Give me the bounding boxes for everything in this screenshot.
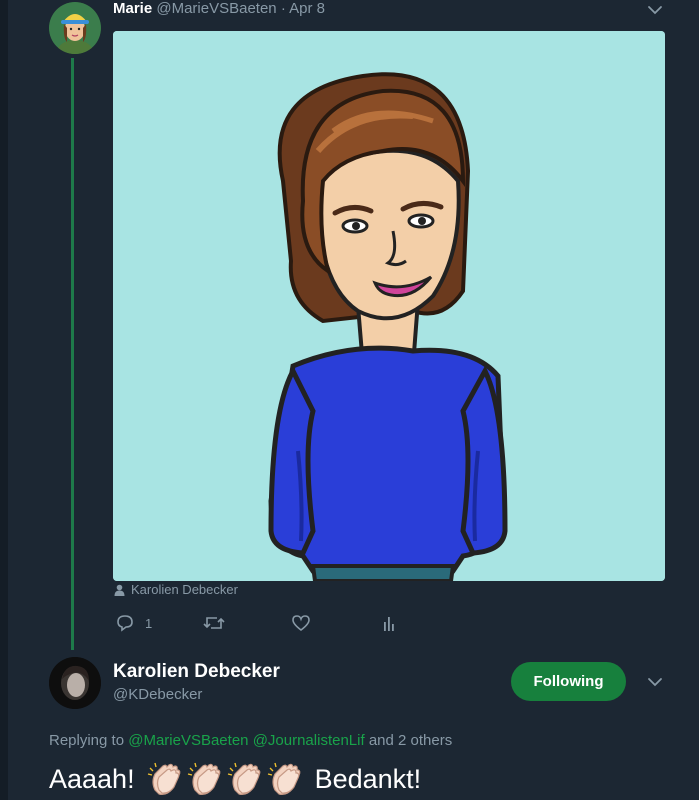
reply-action[interactable]: 1 (115, 613, 203, 633)
reply-tweet-text: Aaaah! Bedankt! (49, 760, 421, 798)
like-action[interactable] (291, 613, 379, 633)
author-name[interactable]: Marie (113, 0, 152, 17)
thread-connector-line (71, 58, 74, 650)
clapping-hands-icon (147, 760, 185, 798)
tweet-text-start: Aaaah! (49, 763, 135, 794)
clapping-hands-icon (227, 760, 265, 798)
reply-author-handle[interactable]: @KDebecker (113, 686, 202, 703)
tagged-users[interactable]: Karolien Debecker (114, 582, 238, 597)
analytics-action[interactable] (379, 613, 399, 633)
author-avatar[interactable] (49, 2, 101, 54)
clapping-hands-emoji-group (147, 760, 307, 798)
replying-to-line: Replying to @MarieVSBaeten @Journalisten… (49, 732, 452, 749)
following-button[interactable]: Following (511, 662, 626, 701)
cartoon-portrait-illustration (113, 31, 665, 581)
reply-count: 1 (145, 615, 153, 631)
tweet-date[interactable]: Apr 8 (289, 0, 325, 17)
mention-link[interactable]: @MarieVSBaeten (128, 732, 248, 749)
reply-author-avatar[interactable] (49, 657, 101, 709)
tagged-user-name: Karolien Debecker (131, 582, 238, 597)
window-edge (0, 0, 8, 800)
author-handle[interactable]: @MarieVSBaeten (156, 0, 276, 17)
mention-link[interactable]: @JournalistenLif (253, 732, 365, 749)
chevron-down-icon[interactable] (645, 672, 665, 692)
person-icon (114, 584, 125, 596)
chevron-down-icon[interactable] (645, 0, 665, 20)
tweet-text-end: Bedankt! (314, 763, 422, 794)
clapping-hands-icon (187, 760, 225, 798)
tweet-actions: 1 (115, 613, 399, 633)
replying-others[interactable]: and 2 others (369, 732, 452, 749)
analytics-icon (384, 617, 394, 631)
retweet-icon (203, 617, 225, 629)
clapping-hands-icon (267, 760, 305, 798)
reply-author-name[interactable]: Karolien Debecker (113, 661, 280, 683)
retweet-action[interactable] (203, 613, 291, 633)
heart-icon (292, 615, 310, 632)
reply-icon (117, 615, 133, 632)
date-separator: · (276, 0, 290, 17)
tweet-media-image[interactable] (113, 31, 665, 581)
tweet-header: Marie @MarieVSBaeten · Apr 8 (113, 0, 325, 18)
profile-photo-icon (49, 657, 101, 709)
cartoon-avatar-icon (49, 2, 101, 54)
replying-prefix: Replying to (49, 732, 125, 749)
